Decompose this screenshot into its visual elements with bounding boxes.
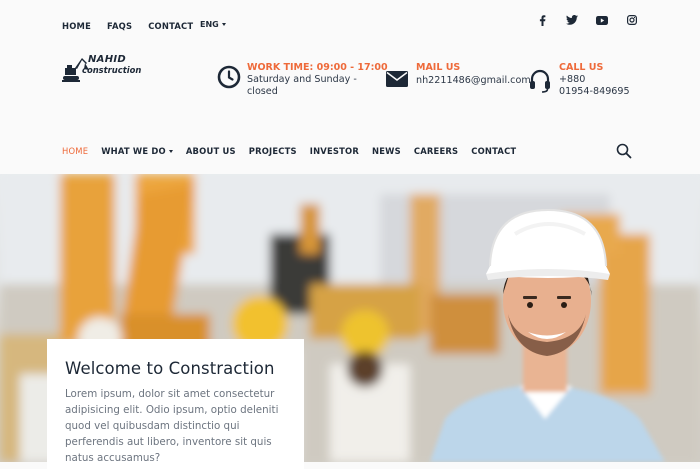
nav-item-contact[interactable]: CONTACT — [471, 146, 516, 156]
nav-item-news[interactable]: NEWS — [372, 146, 401, 156]
mail-title: MAIL US — [416, 62, 461, 73]
nav-item-what-we-do-label: WHAT WE DO — [101, 146, 166, 156]
top-nav-faqs[interactable]: FAQS — [107, 21, 132, 31]
envelope-icon — [386, 71, 410, 95]
logo-name: NAHID — [88, 54, 126, 65]
top-bar: HOME FAQS CONTACT ENG — [0, 0, 700, 44]
facebook-icon[interactable] — [536, 14, 548, 26]
info-work-time: WORK TIME: 09:00 - 17:00 Saturday and Su… — [217, 62, 388, 98]
youtube-icon[interactable] — [596, 14, 608, 26]
welcome-card: Welcome to Constraction Lorem ipsum, dol… — [47, 339, 304, 469]
chevron-down-icon — [168, 150, 173, 153]
search-icon[interactable] — [616, 143, 632, 159]
call-line2[interactable]: 01954-849695 — [559, 86, 630, 98]
nav-item-about-us[interactable]: ABOUT US — [186, 146, 236, 156]
nav-item-home[interactable]: HOME — [62, 146, 88, 156]
top-nav-contact[interactable]: CONTACT — [148, 21, 193, 31]
instagram-icon[interactable] — [626, 14, 638, 26]
social-links — [536, 14, 638, 26]
headset-icon — [529, 69, 553, 93]
nav-item-projects[interactable]: PROJECTS — [249, 146, 297, 156]
top-nav: HOME FAQS CONTACT — [62, 21, 193, 31]
logo-tagline: construction — [82, 65, 142, 75]
twitter-icon[interactable] — [566, 14, 578, 26]
language-label: ENG — [200, 20, 219, 29]
call-title: CALL US — [559, 62, 604, 73]
welcome-title: Welcome to Constraction — [65, 359, 275, 378]
chevron-down-icon — [221, 23, 226, 26]
welcome-text: Lorem ipsum, dolor sit amet consectetur … — [65, 388, 279, 464]
nav-item-investor[interactable]: INVESTOR — [310, 146, 359, 156]
nav-item-careers[interactable]: CAREERS — [414, 146, 458, 156]
nav-item-what-we-do[interactable]: WHAT WE DO — [101, 146, 173, 156]
mail-address[interactable]: nh2211486@gmail.com — [416, 75, 531, 87]
info-call: CALL US +880 01954-849695 — [529, 62, 630, 98]
work-time-line1: Saturday and Sunday - — [247, 74, 357, 85]
top-nav-home[interactable]: HOME — [62, 21, 91, 31]
call-line1[interactable]: +880 — [559, 74, 630, 86]
language-selector[interactable]: ENG — [200, 20, 226, 29]
info-mail: MAIL US nh2211486@gmail.com — [386, 62, 531, 95]
main-nav: HOME WHAT WE DO ABOUT US PROJECTS INVEST… — [62, 146, 529, 156]
work-time-title: WORK TIME: 09:00 - 17:00 — [247, 62, 388, 73]
site-logo[interactable]: NAHID construction — [60, 54, 142, 84]
work-time-line2: closed — [247, 86, 278, 97]
clock-icon — [217, 65, 241, 89]
